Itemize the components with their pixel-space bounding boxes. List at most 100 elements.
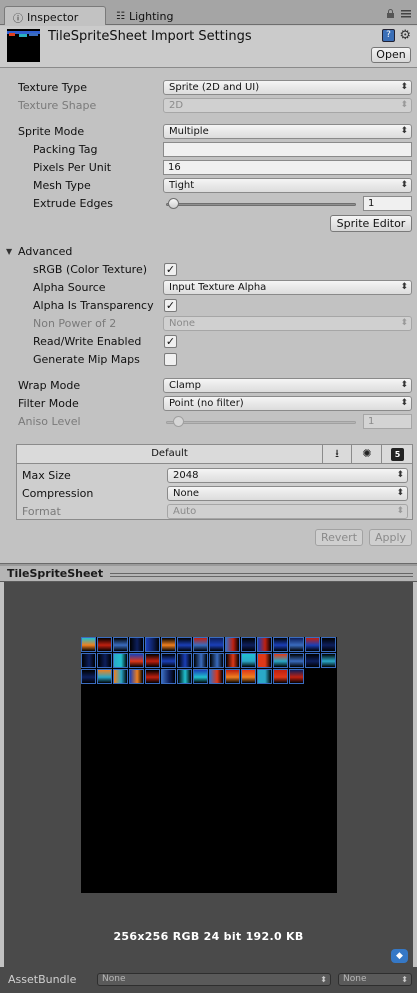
sprite-tile (225, 669, 240, 684)
max-size-row: Max Size 2048 (17, 467, 412, 485)
foldout-arrow-icon[interactable]: ▼ (6, 247, 12, 256)
help-icon[interactable]: ? (382, 29, 395, 42)
sprite-tile (257, 653, 272, 668)
platform-settings-panel: Default ⭳ ✺ 5 Max Size 2048 Compression … (16, 444, 413, 520)
extrude-edges-slider-handle[interactable] (168, 198, 179, 209)
assetbundle-name-dropdown[interactable]: None (97, 973, 331, 986)
sprite-tile (273, 653, 288, 668)
header-title: TileSpriteSheet Import Settings (48, 29, 252, 44)
lock-icon[interactable] (386, 9, 395, 18)
srgb-label: sRGB (Color Texture) (33, 263, 148, 276)
non-power-of-2-dropdown: None (163, 316, 412, 331)
wrap-mode-dropdown[interactable]: Clamp (163, 378, 412, 393)
apply-button[interactable]: Apply (369, 529, 412, 546)
texture-preview (81, 637, 337, 893)
extrude-edges-input[interactable]: 1 (363, 196, 412, 211)
sprite-tile (289, 637, 304, 652)
non-power-of-2-row: Non Power of 2 None (0, 315, 417, 333)
extrude-edges-label: Extrude Edges (33, 197, 113, 210)
tab-lighting[interactable]: ☷ Lighting (108, 6, 203, 25)
sprite-tile (177, 653, 192, 668)
mesh-type-row: Mesh Type Tight (0, 177, 417, 195)
assetbundle-variant-dropdown[interactable]: None (338, 973, 412, 986)
sprite-tile (97, 669, 112, 684)
preview-resize-handle[interactable] (110, 573, 413, 577)
packing-tag-row: Packing Tag (0, 141, 417, 159)
sprite-tile (209, 653, 224, 668)
lighting-icon: ☷ (116, 11, 125, 22)
sprite-tile (145, 637, 160, 652)
texture-shape-row: Texture Shape 2D (0, 97, 417, 115)
menu-icon[interactable] (401, 9, 411, 18)
platform-tab-html5[interactable]: 5 (383, 445, 412, 463)
tab-bar: ⓘ Inspector ☷ Lighting (0, 0, 417, 25)
format-dropdown: Auto (167, 504, 408, 519)
wrap-mode-label: Wrap Mode (18, 379, 81, 392)
sprite-mode-row: Sprite Mode Multiple (0, 123, 417, 141)
sprite-tile (129, 669, 144, 684)
revert-button[interactable]: Revert (315, 529, 363, 546)
aniso-level-slider-track (166, 421, 356, 424)
aniso-level-label: Aniso Level (18, 415, 81, 428)
sprite-tile (321, 653, 336, 668)
filter-mode-label: Filter Mode (18, 397, 79, 410)
max-size-label: Max Size (22, 469, 71, 482)
sprite-tile (273, 637, 288, 652)
preview-title: TileSpriteSheet (7, 567, 104, 580)
gear-icon[interactable]: ⚙ (399, 28, 411, 43)
sprite-editor-button[interactable]: Sprite Editor (330, 215, 412, 232)
advanced-foldout[interactable]: ▼ Advanced (0, 243, 417, 261)
alpha-is-transparency-checkbox[interactable]: ✓ (164, 299, 177, 312)
sprite-tile (241, 669, 256, 684)
mesh-type-dropdown[interactable]: Tight (163, 178, 412, 193)
assetbundle-label: AssetBundle (8, 973, 77, 986)
download-icon[interactable]: ⭳ (323, 445, 352, 463)
sprite-tile (145, 653, 160, 668)
asset-thumbnail (7, 29, 40, 62)
tab-inspector[interactable]: ⓘ Inspector (4, 6, 106, 25)
sprite-tile (81, 669, 96, 684)
platform-tab-default[interactable]: Default (17, 445, 323, 463)
sprite-tile (193, 653, 208, 668)
sprite-tile (81, 653, 96, 668)
sprite-tile (113, 669, 128, 684)
read-write-checkbox[interactable]: ✓ (164, 335, 177, 348)
alpha-is-transparency-label: Alpha Is Transparency (33, 299, 154, 312)
generate-mip-maps-checkbox[interactable] (164, 353, 177, 366)
sprite-tile (321, 637, 336, 652)
alpha-source-dropdown[interactable]: Input Texture Alpha (163, 280, 412, 295)
sprite-mode-dropdown[interactable]: Multiple (163, 124, 412, 139)
max-size-dropdown[interactable]: 2048 (167, 468, 408, 483)
sprite-tile (97, 637, 112, 652)
tab-lighting-label: Lighting (128, 10, 174, 23)
mesh-type-label: Mesh Type (33, 179, 91, 192)
pixels-per-unit-label: Pixels Per Unit (33, 161, 112, 174)
texture-info: 256x256 RGB 24 bit 192.0 KB (113, 930, 304, 943)
tag-icon[interactable]: ◆ (391, 949, 408, 963)
sprite-tile (289, 669, 304, 684)
sprite-tile (161, 637, 176, 652)
extrude-edges-row: Extrude Edges 1 (0, 195, 417, 213)
preview-header[interactable]: TileSpriteSheet (0, 566, 417, 582)
read-write-label: Read/Write Enabled (33, 335, 142, 348)
open-button[interactable]: Open (371, 47, 411, 63)
filter-mode-dropdown[interactable]: Point (no filter) (163, 396, 412, 411)
aniso-level-input: 1 (363, 414, 412, 429)
sprite-tile (129, 637, 144, 652)
format-row: Format Auto (17, 503, 412, 521)
sprite-tile (81, 637, 96, 652)
srgb-checkbox[interactable]: ✓ (164, 263, 177, 276)
sprite-tile (257, 669, 272, 684)
texture-type-label: Texture Type (18, 81, 88, 94)
sprite-tile (113, 653, 128, 668)
pixels-per-unit-input[interactable]: 16 (163, 160, 412, 175)
texture-type-dropdown[interactable]: Sprite (2D and UI) (163, 80, 412, 95)
format-label: Format (22, 505, 61, 518)
sprite-tile (177, 669, 192, 684)
sprite-tile (177, 637, 192, 652)
packing-tag-input[interactable] (163, 142, 412, 157)
android-icon[interactable]: ✺ (353, 445, 382, 463)
generate-mip-maps-row: Generate Mip Maps (0, 351, 417, 369)
extrude-edges-slider-track[interactable] (166, 203, 356, 206)
compression-dropdown[interactable]: None (167, 486, 408, 501)
